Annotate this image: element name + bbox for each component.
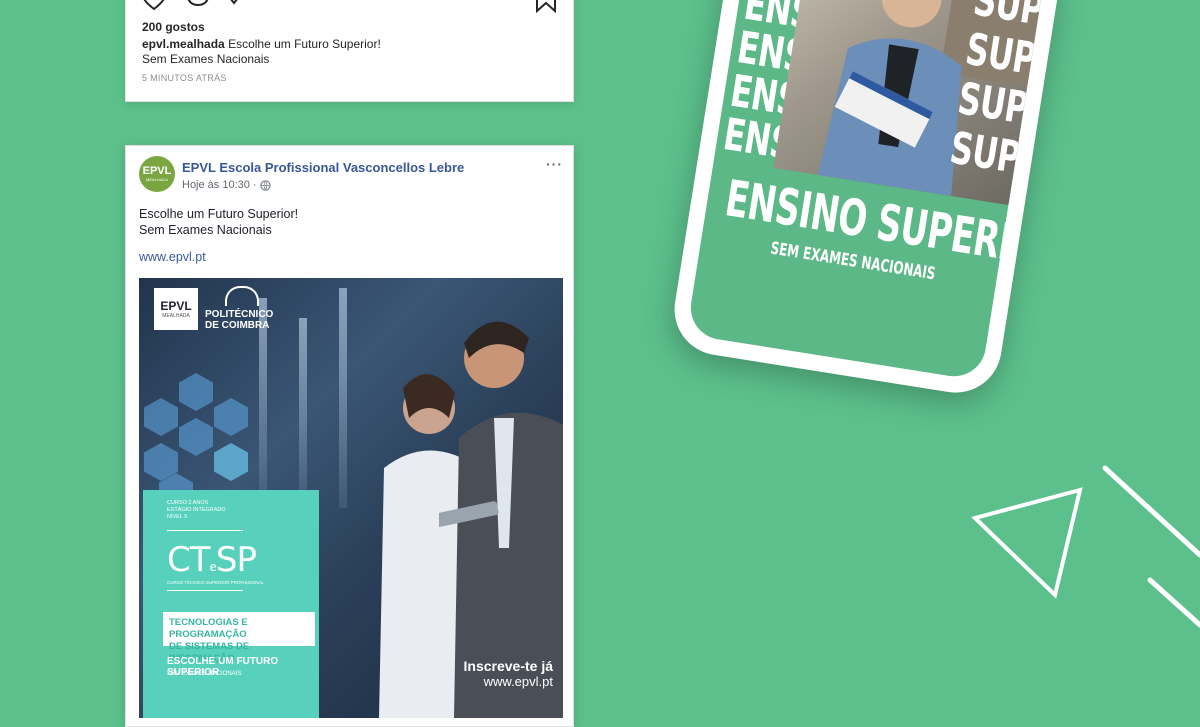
ipc-line2: DE COIMBRA [205, 320, 270, 331]
epvl-logo: EPVL MEALHADA [154, 288, 198, 330]
instagram-post-card: 200 gostos epvl.mealhada Escolhe um Futu… [125, 0, 574, 102]
panel-cta-sub: SEM EXAMES NACIONAIS [167, 671, 242, 677]
avatar-text: EPVL [142, 165, 172, 177]
signup-text: Inscreve-te já [463, 658, 554, 674]
course-internship: ESTÁGIO INTEGRADO [167, 507, 226, 513]
hexagon-icon [179, 373, 213, 411]
triangle-outline-icon [971, 487, 1083, 599]
phone-body: ENSINO ENSINO ENSINO ENSINO SUPERIOR SUP… [667, 0, 1065, 400]
post-text-line1: Escolhe um Futuro Superior! [139, 207, 299, 221]
course-info-panel: CURSO 2 ANOS ESTÁGIO INTEGRADO NÍVEL 5 C… [143, 490, 319, 718]
comment-icon[interactable] [184, 0, 212, 11]
post-text: Escolhe um Futuro Superior! Sem Exames N… [139, 206, 298, 238]
hexagon-icon [214, 398, 248, 436]
divider [167, 530, 243, 531]
page-avatar[interactable]: EPVL MEALHADA [139, 156, 175, 192]
facebook-post-card: EPVL MEALHADA EPVL Escola Profissional V… [125, 145, 574, 727]
server-light [339, 288, 347, 508]
bookmark-icon[interactable] [534, 0, 558, 13]
ctesp-part-a: CT [167, 540, 211, 580]
server-light [299, 318, 307, 498]
epvl-logo-subtext: MEALHADA [162, 312, 190, 319]
epvl-logo-text: EPVL [160, 298, 192, 313]
decorative-shapes [971, 465, 1200, 628]
post-ad-image[interactable]: EPVL MEALHADA POLITÉCNICO DE COIMBRA CUR… [139, 278, 563, 718]
post-link[interactable]: www.epvl.pt [139, 250, 206, 264]
decorative-line [1102, 465, 1200, 558]
like-heart-icon[interactable] [140, 0, 168, 11]
signup-cta: Inscreve-te já www.epvl.pt [464, 658, 554, 689]
page-name-link[interactable]: EPVL Escola Profissional Vasconcellos Le… [182, 160, 464, 175]
hexagon-icon [179, 418, 213, 456]
post-caption: epvl.mealhada Escolhe um Futuro Superior… [142, 37, 542, 67]
post-text-line2: Sem Exames Nacionais [139, 223, 272, 237]
ctesp-part-c: SP [215, 540, 257, 580]
phone-screen[interactable]: ENSINO ENSINO ENSINO ENSINO SUPERIOR SUP… [686, 0, 1046, 381]
likes-count[interactable]: 200 gostos [142, 20, 205, 34]
arch-icon [225, 286, 259, 306]
divider [167, 590, 243, 591]
avatar-subtext: MEALHADA [145, 177, 168, 182]
course-details: CURSO 2 ANOS ESTÁGIO INTEGRADO NÍVEL 5 [167, 500, 226, 521]
course-duration: CURSO 2 ANOS [167, 500, 209, 506]
phone-mockup: ENSINO ENSINO ENSINO ENSINO SUPERIOR SUP… [666, 0, 1113, 417]
globe-icon [259, 179, 271, 191]
caption-text-line2: Sem Exames Nacionais [142, 52, 270, 66]
post-meta: Hoje às 10:30 · [182, 179, 271, 191]
decorative-line [1147, 577, 1200, 628]
caption-text-line1: Escolhe um Futuro Superior! [228, 37, 381, 51]
post-timestamp: 5 MINUTOS ATRÁS [142, 73, 227, 83]
man-figure [439, 321, 563, 718]
politecnico-coimbra-logo: POLITÉCNICO DE COIMBRA [205, 286, 273, 331]
share-icon[interactable] [224, 0, 244, 7]
signup-site: www.epvl.pt [483, 674, 553, 689]
course-name-line1: TECNOLOGIAS E PROGRAMAÇÃO [169, 617, 248, 640]
caption-username[interactable]: epvl.mealhada [142, 37, 225, 51]
instagram-action-bar [126, 0, 573, 13]
more-options-button[interactable]: ··· [546, 156, 563, 172]
ipc-line1: POLITÉCNICO [205, 309, 274, 320]
hexagon-icon [144, 398, 178, 436]
ctesp-subtitle: CURSO TÉCNICO SUPERIOR PROFISSIONAL [167, 580, 264, 585]
course-level: NÍVEL 5 [167, 514, 188, 520]
ctesp-title: CTeSP [167, 540, 257, 580]
course-name-box: TECNOLOGIAS E PROGRAMAÇÃO DE SISTEMAS DE… [163, 612, 315, 664]
hexagon-icon [214, 443, 248, 481]
post-timestamp[interactable]: Hoje às 10:30 · [182, 179, 257, 191]
